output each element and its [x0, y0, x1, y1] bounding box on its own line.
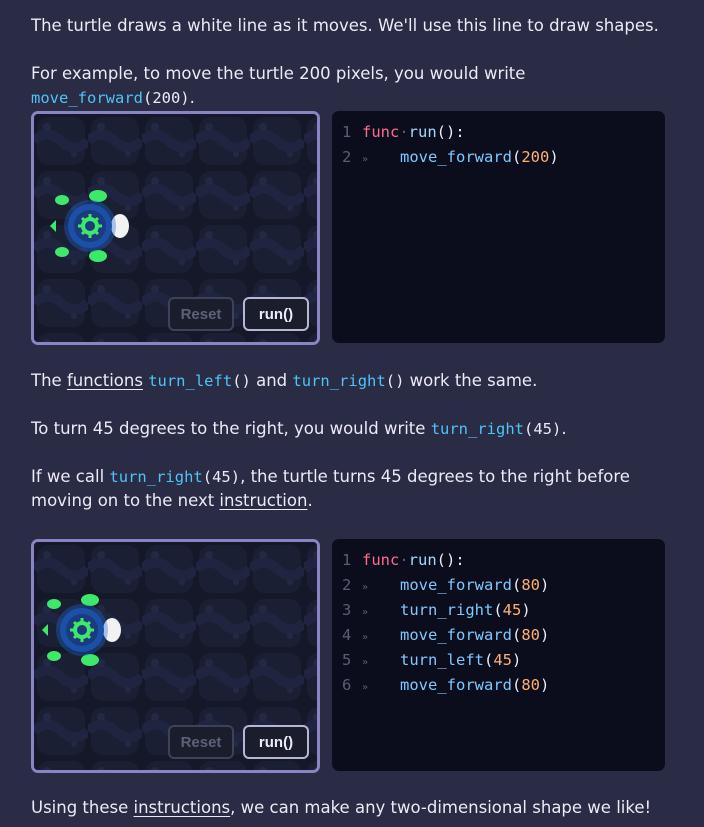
functions-text: The functions turn_left() and turn_right… — [31, 371, 538, 390]
code-line-5: 5» turn_left(45) — [342, 651, 522, 669]
inline-code-turn-right: turn_right — [292, 372, 386, 390]
run-button[interactable]: run() — [243, 725, 309, 759]
turtle-icon — [50, 190, 129, 262]
code-line-1: 1 func·run(): — [342, 551, 465, 569]
code-line-6: 6» move_forward(80) — [342, 676, 550, 694]
code-line-3: 3» turn_right(45) — [342, 601, 531, 619]
code-editor[interactable]: 1 func·run(): 2» move_forward(200) — [332, 111, 665, 343]
turtle-canvas: Reset run() — [31, 539, 320, 773]
code-line-1: 1 func·run(): — [342, 123, 465, 141]
code-line-2: 2» move_forward(200) — [342, 148, 559, 166]
call-text: If we call turn_right(45), the turtle tu… — [31, 467, 630, 510]
instruction-link[interactable]: instruction — [219, 491, 307, 510]
reset-button[interactable]: Reset — [168, 725, 234, 759]
inline-code-turn-right: turn_right — [109, 468, 203, 486]
outro-text: Using these instructions, we can make an… — [31, 798, 652, 817]
inline-code-turn-left: turn_left — [148, 372, 233, 390]
turn-text: To turn 45 degrees to the right, you wou… — [31, 419, 567, 438]
reset-button[interactable]: Reset — [168, 297, 234, 331]
run-button[interactable]: run() — [243, 297, 309, 331]
intro-text: The turtle draws a white line as it move… — [31, 16, 659, 35]
turtle-canvas: Reset run() — [31, 111, 320, 345]
code-editor[interactable]: 1 func·run(): 2» move_forward(80) 3» turn_r… — [332, 539, 665, 771]
code-line-4: 4» move_forward(80) — [342, 626, 550, 644]
instructions-link[interactable]: instructions — [134, 798, 231, 817]
functions-link[interactable]: functions — [67, 371, 143, 390]
inline-code-move-forward: move_forward(200) — [31, 89, 190, 107]
inline-code-turn-right: turn_right — [430, 420, 525, 438]
example-prefix: For example, to move the turtle 200 pixe… — [31, 64, 526, 83]
code-line-2: 2» move_forward(80) — [342, 576, 550, 594]
turtle-icon — [42, 594, 121, 666]
example-text: For example, to move the turtle 200 pixe… — [31, 64, 526, 107]
